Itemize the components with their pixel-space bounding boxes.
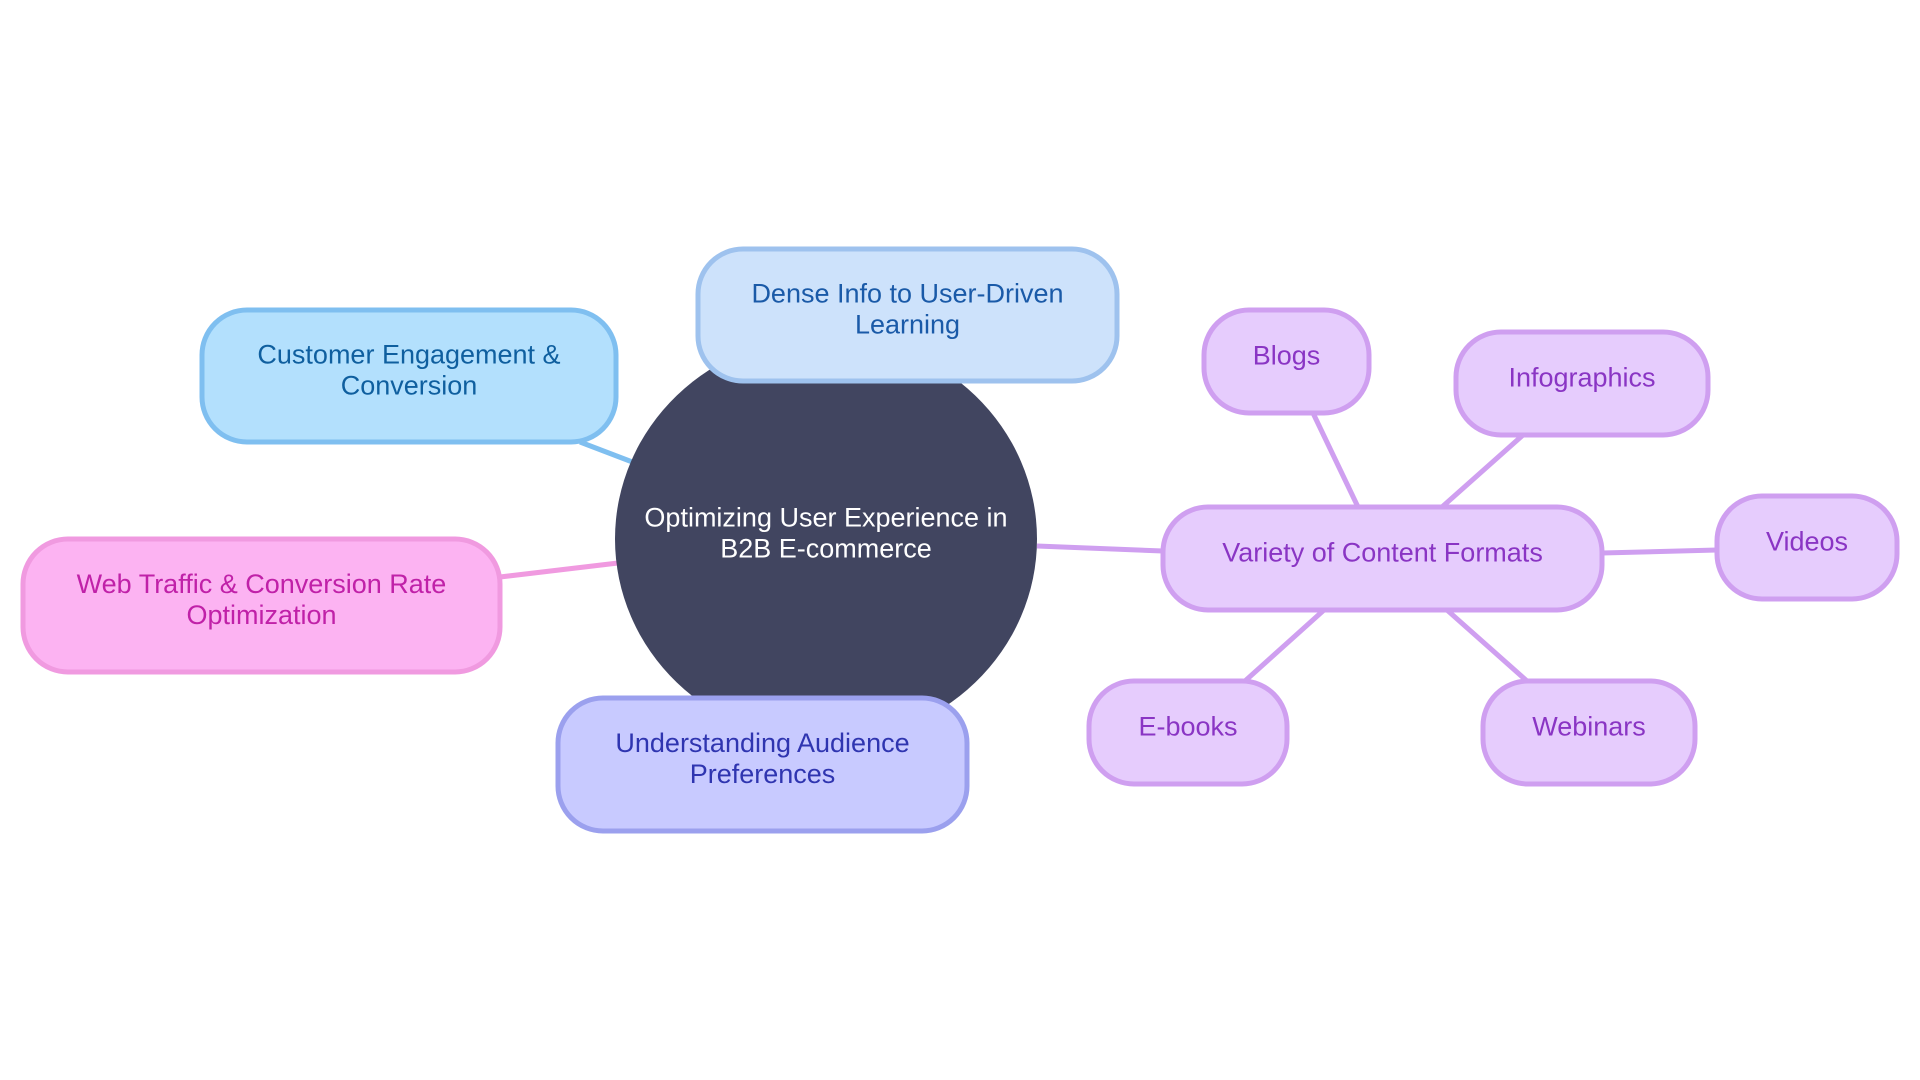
node-e-books-label-line: E-books: [1138, 712, 1237, 742]
node-customer-engagement-label-line: Conversion: [341, 371, 478, 401]
edge-variety-content-to-infographics: [1440, 433, 1525, 509]
edge-variety-content-to-videos: [1601, 547, 1718, 556]
mindmap-canvas: Optimizing User Experience inB2B E-comme…: [20, 246, 1900, 834]
edge-variety-content-to-webinars: [1445, 608, 1529, 683]
node-web-traffic[interactable]: Web Traffic & Conversion RateOptimizatio…: [20, 536, 503, 675]
edge-variety-content-to-e-books: [1243, 608, 1326, 683]
node-dense-info[interactable]: Dense Info to User-DrivenLearning: [695, 246, 1120, 384]
node-variety-content-label-line: Variety of Content Formats: [1222, 538, 1543, 568]
node-webinars[interactable]: Webinars: [1480, 678, 1698, 787]
edge-variety-content-to-blogs: [1310, 411, 1361, 509]
root-node-label-line: B2B E-commerce: [720, 534, 932, 564]
root-node-label-line: Optimizing User Experience in: [644, 503, 1007, 533]
node-videos[interactable]: Videos: [1714, 493, 1900, 602]
edge-root-to-customer-engagement: [579, 439, 636, 466]
node-blogs[interactable]: Blogs: [1201, 307, 1372, 416]
node-blogs-label-line: Blogs: [1253, 341, 1321, 371]
node-customer-engagement-label-line: Customer Engagement &: [257, 340, 560, 370]
node-webinars-label-line: Webinars: [1532, 712, 1646, 742]
node-infographics-label-line: Infographics: [1508, 363, 1655, 393]
node-web-traffic-label-line: Optimization: [186, 600, 336, 630]
node-web-traffic-label-line: Web Traffic & Conversion Rate: [77, 569, 447, 599]
node-e-books[interactable]: E-books: [1086, 678, 1290, 787]
edge-root-to-web-traffic: [499, 560, 619, 580]
node-variety-content[interactable]: Variety of Content Formats: [1160, 504, 1605, 613]
node-understanding-audience-label-line: Preferences: [690, 759, 836, 789]
node-understanding-audience[interactable]: Understanding AudiencePreferences: [555, 695, 970, 834]
node-understanding-audience-label-line: Understanding Audience: [615, 728, 909, 758]
nodes-layer: Optimizing User Experience inB2B E-comme…: [20, 246, 1900, 834]
root-node[interactable]: Optimizing User Experience inB2B E-comme…: [615, 336, 1037, 742]
node-videos-label-line: Videos: [1766, 527, 1848, 557]
node-customer-engagement[interactable]: Customer Engagement &Conversion: [199, 307, 619, 445]
node-dense-info-label-line: Learning: [855, 310, 960, 340]
node-infographics[interactable]: Infographics: [1453, 329, 1711, 438]
node-dense-info-label-line: Dense Info to User-Driven: [751, 279, 1063, 309]
edge-root-to-variety-content: [1036, 543, 1164, 554]
